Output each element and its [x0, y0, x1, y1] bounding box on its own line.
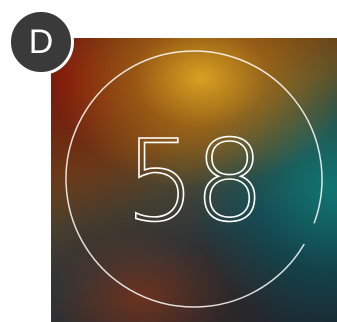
- option-letter-badge: D: [8, 9, 74, 75]
- screen: 58 D: [0, 0, 337, 322]
- countdown-tile: 58: [51, 38, 337, 322]
- countdown-value: 58: [124, 117, 266, 247]
